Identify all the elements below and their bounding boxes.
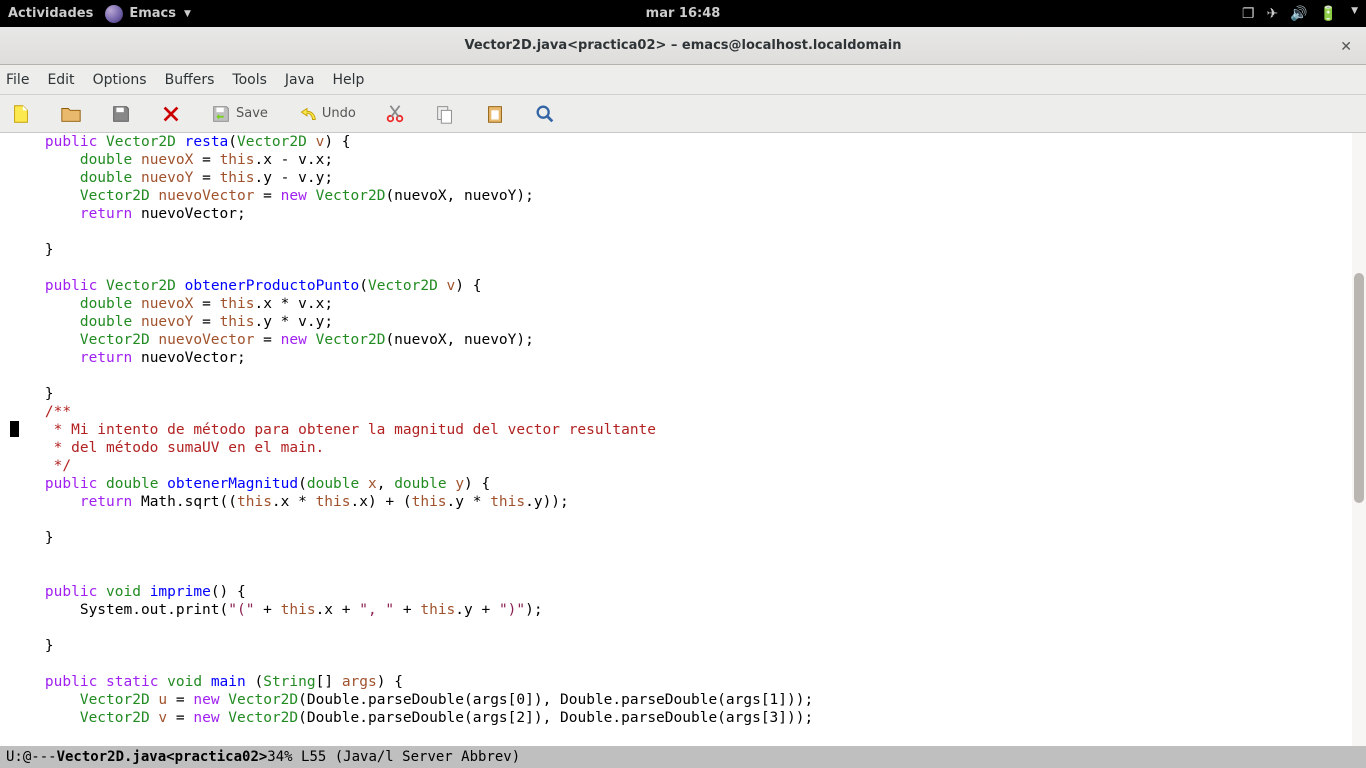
mode-line[interactable]: U:@--- Vector2D.java<practica02> 34% L55…: [0, 746, 1366, 768]
system-menu-chevron-icon[interactable]: ▼: [1351, 6, 1358, 22]
tool-bar: Save Undo: [0, 95, 1366, 133]
new-file-button[interactable]: [10, 103, 32, 125]
menu-help[interactable]: Help: [332, 72, 364, 88]
airplane-mode-icon[interactable]: ✈: [1266, 6, 1278, 22]
window-title: Vector2D.java<practica02> – emacs@localh…: [464, 38, 901, 53]
vertical-scrollbar[interactable]: [1352, 133, 1366, 746]
emacs-window: Vector2D.java<practica02> – emacs@localh…: [0, 27, 1366, 768]
active-app-indicator[interactable]: Emacs ▼: [105, 5, 191, 23]
menu-bar: File Edit Options Buffers Tools Java Hel…: [0, 65, 1366, 95]
menu-edit[interactable]: Edit: [47, 72, 74, 88]
undo-button[interactable]: Undo: [296, 103, 356, 125]
paste-button[interactable]: [484, 103, 506, 125]
emacs-icon: [105, 5, 123, 23]
save-as-button[interactable]: [110, 103, 132, 125]
modeline-position: 34% L55 (Java/l Server Abbrev): [267, 749, 520, 765]
code-content: public Vector2D resta(Vector2D v) { doub…: [10, 133, 1366, 727]
cut-button[interactable]: [384, 103, 406, 125]
battery-icon[interactable]: 🔋: [1320, 6, 1337, 22]
menu-buffers[interactable]: Buffers: [165, 72, 215, 88]
menu-tools[interactable]: Tools: [232, 72, 267, 88]
clock[interactable]: mar 16:48: [646, 6, 721, 21]
window-titlebar[interactable]: Vector2D.java<practica02> – emacs@localh…: [0, 27, 1366, 65]
menu-file[interactable]: File: [6, 72, 29, 88]
window-list-icon[interactable]: ❐: [1242, 6, 1255, 22]
close-buffer-button[interactable]: [160, 103, 182, 125]
open-file-button[interactable]: [60, 103, 82, 125]
modeline-prefix: U:@---: [6, 749, 57, 765]
editor-area[interactable]: public Vector2D resta(Vector2D v) { doub…: [0, 133, 1366, 746]
search-button[interactable]: [534, 103, 556, 125]
menu-java[interactable]: Java: [285, 72, 315, 88]
save-label: Save: [236, 106, 268, 121]
active-app-name: Emacs: [129, 6, 176, 21]
undo-label: Undo: [322, 106, 356, 121]
gnome-top-bar: Actividades Emacs ▼ mar 16:48 ❐ ✈ 🔊 🔋 ▼: [0, 0, 1366, 27]
close-icon[interactable]: ✕: [1340, 39, 1352, 55]
modeline-buffer-name: Vector2D.java<practica02>: [57, 749, 268, 765]
activities-button[interactable]: Actividades: [8, 6, 93, 21]
save-button[interactable]: Save: [210, 103, 268, 125]
volume-icon[interactable]: 🔊: [1290, 6, 1307, 22]
copy-button[interactable]: [434, 103, 456, 125]
scrollbar-thumb[interactable]: [1354, 273, 1364, 503]
menu-options[interactable]: Options: [93, 72, 147, 88]
text-cursor: [10, 421, 19, 437]
chevron-down-icon: ▼: [184, 9, 191, 19]
